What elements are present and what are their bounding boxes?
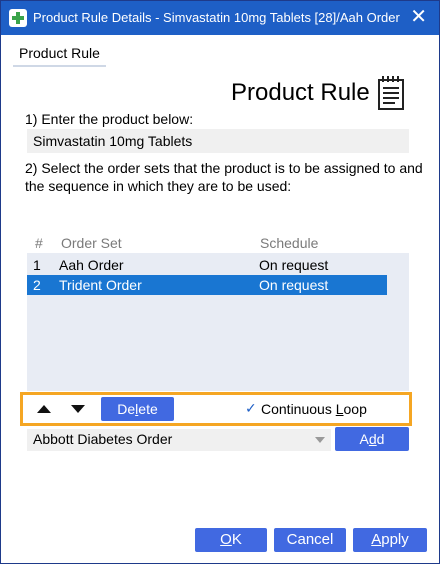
continuous-loop-label: Continuous Loop: [261, 401, 367, 417]
notepad-icon: [378, 76, 404, 110]
row-schedule: On request: [259, 277, 329, 293]
dropdown-value: Abbott Diabetes Order: [33, 431, 173, 447]
ok-button[interactable]: OK: [195, 528, 267, 552]
arrow-up-icon[interactable]: [37, 403, 53, 415]
app-cross-icon: [9, 9, 27, 27]
product-field[interactable]: Simvastatin 10mg Tablets: [27, 129, 409, 153]
column-header-order-set: Order Set: [61, 235, 122, 251]
page-title: Product Rule: [231, 79, 370, 106]
order-set-table-header: # Order Set Schedule: [27, 233, 409, 253]
column-header-schedule: Schedule: [260, 235, 319, 251]
row-number: 1: [33, 257, 41, 273]
order-set-dropdown[interactable]: Abbott Diabetes Order: [27, 429, 331, 451]
window-title: Product Rule Details - Simvastatin 10mg …: [33, 10, 400, 25]
row-order-set: Aah Order: [59, 257, 124, 273]
step2-label: 2) Select the order sets that the produc…: [25, 160, 423, 194]
order-set-toolbar: Delete ✓ Continuous Loop: [20, 392, 412, 426]
add-button[interactable]: Add: [335, 427, 409, 451]
order-set-list[interactable]: 1 Aah Order On request 2 Trident Order O…: [27, 253, 409, 391]
row-number: 2: [33, 277, 41, 293]
column-header-number: #: [35, 235, 43, 251]
chevron-down-icon: [315, 437, 325, 443]
title-bar: Product Rule Details - Simvastatin 10mg …: [1, 1, 439, 35]
table-row-selected[interactable]: 2 Trident Order On request: [27, 275, 387, 295]
tab-product-rule[interactable]: Product Rule: [13, 45, 106, 67]
close-icon[interactable]: ✕: [410, 5, 427, 29]
arrow-down-icon[interactable]: [71, 403, 87, 415]
table-row[interactable]: 1 Aah Order On request: [27, 255, 387, 275]
product-rule-dialog: Product Rule Details - Simvastatin 10mg …: [0, 0, 440, 564]
checkmark-icon: ✓: [245, 400, 257, 416]
row-order-set: Trident Order: [59, 277, 142, 293]
cancel-button[interactable]: Cancel: [274, 528, 346, 552]
step1-label: 1) Enter the product below:: [25, 111, 194, 127]
apply-button[interactable]: Apply: [353, 528, 427, 552]
delete-button[interactable]: Delete: [101, 397, 174, 421]
row-schedule: On request: [259, 257, 329, 273]
